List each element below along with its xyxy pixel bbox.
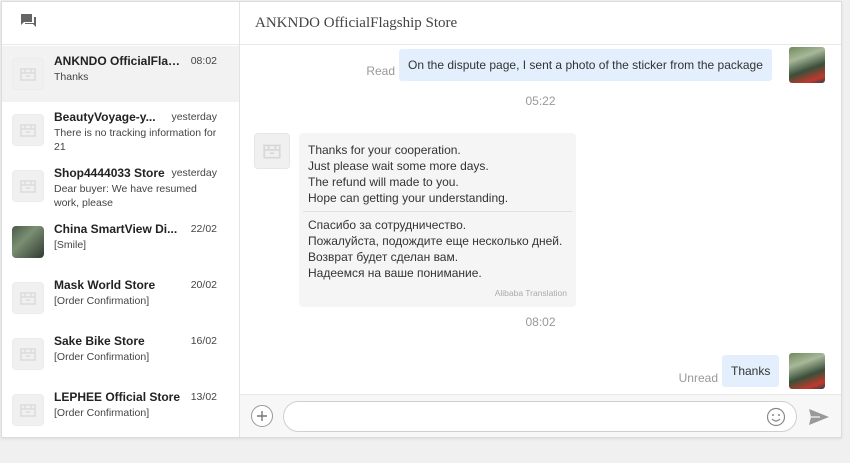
conversation-time: 08:02 [190,55,217,67]
store-icon [20,124,36,137]
conversation-name: BeautyVoyage-y... [54,110,156,124]
conversation-preview: Thanks [54,71,89,83]
conversation-time: yesterday [171,167,217,179]
translation-line: Надеемся на ваше понимание. [308,266,482,280]
chat-header: ANKNDO OfficialFlagship Store [240,2,841,45]
store-avatar-photo [12,226,44,258]
user-avatar [789,47,825,83]
translated-text: Спасибо за сотрудничество. Пожалуйста, п… [303,211,572,281]
chat-panel: ANKNDO OfficialFlagship Store Read On th… [240,2,841,437]
message-bubble-sent: On the dispute page, I sent a photo of t… [399,49,772,81]
store-icon [20,68,36,81]
store-icon [20,404,36,417]
conversation-preview: [Smile] [54,239,87,251]
store-icon [20,292,36,305]
translation-line: Спасибо за сотрудничество. [308,218,467,232]
original-text: Thanks for your cooperation. Just please… [299,133,576,211]
conversation-name: Mask World Store [54,278,156,292]
translation-credit: Alibaba Translation [494,288,567,298]
conversation-name: ANKNDO OfficialFlagship Store [54,54,186,68]
store-avatar [12,338,44,370]
messenger-window: ANKNDO OfficialFlagship Store 08:02 Than… [1,1,842,438]
attach-button[interactable] [251,405,273,427]
store-avatar [12,282,44,314]
chat-title: ANKNDO OfficialFlagship Store [255,14,458,31]
emoji-icon[interactable] [766,407,786,427]
conversation-name: China SmartView Di... [54,222,178,236]
conversation-item[interactable]: Shop4444033 Store yesterday Dear buyer: … [2,158,239,214]
conversation-name: LEPHEE Official Store [54,390,181,404]
time-divider: 08:02 [525,315,556,329]
translation-line: Пожалуйста, подождите еще несколько дней… [308,234,563,248]
time-divider: 05:22 [525,94,556,108]
store-avatar [12,394,44,426]
plus-icon [257,411,267,421]
conversation-preview: There is no tracking information for 21 [54,127,217,153]
store-icon [263,144,281,159]
store-avatar [254,133,290,169]
conversation-item[interactable]: Sake Bike Store 16/02 [Order Confirmatio… [2,326,239,382]
unread-status: Unread [678,371,718,385]
user-avatar [789,353,825,389]
read-status: Read [366,64,395,78]
send-icon[interactable] [808,408,830,426]
conversation-preview: [Order Confirmation] [54,407,150,419]
conversation-time: 22/02 [190,223,217,235]
sidebar-header [2,2,239,45]
conversation-time: yesterday [171,111,217,123]
conversation-time: 16/02 [190,335,217,347]
conversation-time: 13/02 [190,391,217,403]
conversation-item[interactable]: Mask World Store 20/02 [Order Confirmati… [2,270,239,326]
message-line: Thanks for your cooperation. [308,143,461,157]
conversation-sidebar: ANKNDO OfficialFlagship Store 08:02 Than… [2,2,240,437]
message-line: Just please wait some more days. [308,159,489,173]
message-input[interactable] [283,401,797,432]
message-bubble-sent: Thanks [722,355,780,387]
message-composer [240,394,841,437]
conversation-item[interactable]: China SmartView Di... 22/02 [Smile] [2,214,239,270]
translation-line: Возврат будет сделан вам. [308,250,459,264]
conversation-name: Shop4444033 Store [54,166,165,180]
conversation-preview: [Order Confirmation] [54,295,150,307]
conversation-item[interactable]: LEPHEE Official Store 13/02 [Order Confi… [2,382,239,438]
conversation-preview: Dear buyer: We have resumed work, please [54,183,197,209]
conversation-item[interactable]: ANKNDO OfficialFlagship Store 08:02 Than… [2,46,239,102]
conversation-name: Sake Bike Store [54,334,145,348]
message-line: The refund will made to you. [308,175,459,189]
store-avatar [12,58,44,90]
store-icon [20,348,36,361]
conversation-preview: [Order Confirmation] [54,351,150,363]
store-icon [20,180,36,193]
message-line: Hope can getting your understanding. [308,191,509,205]
store-avatar [12,170,44,202]
message-bubble-received: Thanks for your cooperation. Just please… [299,133,576,307]
chat-icon[interactable] [20,13,37,28]
store-avatar [12,114,44,146]
conversation-time: 20/02 [190,279,217,291]
conversation-item[interactable]: BeautyVoyage-y... yesterday There is no … [2,102,239,158]
